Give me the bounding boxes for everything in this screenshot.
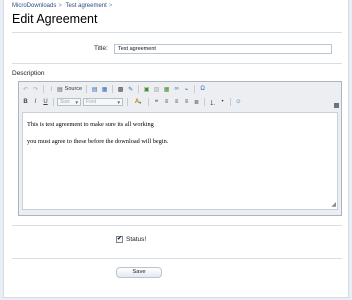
toolbar-separator [230,98,231,106]
resize-grip-icon[interactable]: ◢ [331,201,336,208]
paste-icon[interactable]: ▤ [90,85,99,94]
font-select-placeholder: Font [86,99,97,105]
toolbar-separator [194,85,196,93]
breadcrumb: MicroDownloads > Test agreement > [12,3,114,9]
undo-icon[interactable]: ↶ [21,85,30,94]
spellcheck-icon[interactable]: ✎ [126,85,135,94]
editor-toolbar-row-1: ↶ ↷ Ⅰ ▤ Source ▤ ▦ ▩ ✎ ▣ ▧ ▦ ∞ ⌁ Ω [21,84,208,94]
title-input[interactable]: Test agreement [114,44,332,54]
size-select-placeholder: Size [60,99,70,105]
divider [12,258,342,259]
status-label: Status! [126,236,147,243]
breadcrumb-separator: > [58,3,62,9]
bold-button[interactable]: B [21,98,30,107]
page-title: Edit Agreement [12,12,98,26]
select-all-icon[interactable]: ▩ [116,85,125,94]
link-icon[interactable]: ∞ [172,85,181,94]
underline-button[interactable]: U [41,98,50,107]
remove-format-icon[interactable]: Ⅰ [47,85,56,94]
divider [12,32,342,33]
toolbar-separator [43,85,44,93]
unlink-icon[interactable]: ⌁ [182,85,191,94]
align-center-icon[interactable]: ≡ [172,98,181,107]
bullet-list-icon[interactable]: • [218,98,227,107]
breadcrumb-item-current[interactable]: Test agreement [65,3,106,9]
text-color-button[interactable]: A ▾ [131,98,145,107]
save-button[interactable]: Save [116,267,162,278]
toolbar-separator [138,85,140,93]
numbered-list-icon[interactable]: ⒈ [208,98,217,107]
smiley-icon[interactable]: ☺ [234,98,243,107]
breadcrumb-item-microdownloads[interactable]: MicroDownloads [12,3,56,9]
toolbar-separator [148,98,149,106]
editor-toolbar-row-2: B I U Size ▼ Font ▼ A ▾ ❝ ≡ ≡ ≡ ≣ ⒈ • ☺ [21,97,244,107]
breadcrumb-separator: > [108,3,113,9]
align-left-icon[interactable]: ≡ [162,98,171,107]
image-icon[interactable]: ▣ [142,85,151,94]
editor-content-area[interactable]: This is test agreement to make sure its … [22,112,338,210]
title-label: Title: [94,45,108,52]
toolbar-separator [112,85,114,93]
media-icon[interactable]: ▧ [152,85,161,94]
source-button-label: Source [64,86,83,92]
chevron-down-icon: ▼ [74,100,79,105]
source-icon: ▤ [57,86,63,93]
italic-button[interactable]: I [31,98,40,107]
special-char-icon[interactable]: Ω [198,85,207,94]
toolbar-separator [86,85,88,93]
toolbar-collapse-button[interactable] [334,103,339,108]
toolbar-separator [127,98,128,106]
source-button[interactable]: ▤ Source [57,86,82,93]
chevron-down-icon: ▼ [116,100,121,105]
description-label: Description [12,70,45,77]
align-justify-icon[interactable]: ≣ [192,98,201,107]
blockquote-icon[interactable]: ❝ [152,98,161,107]
divider [12,225,342,226]
align-right-icon[interactable]: ≡ [182,98,191,107]
divider [12,63,342,64]
rich-text-editor: ↶ ↷ Ⅰ ▤ Source ▤ ▦ ▩ ✎ ▣ ▧ ▦ ∞ ⌁ Ω B I U… [18,81,342,216]
status-checkbox-row: ✔ Status! [116,236,146,243]
editor-paragraph: you must agree to these before the downl… [27,138,169,145]
page-container: MicroDownloads > Test agreement > Edit Agr… [3,0,349,298]
paste-text-icon[interactable]: ▦ [100,85,109,94]
size-select[interactable]: Size ▼ [57,98,81,106]
table-icon[interactable]: ▦ [162,85,171,94]
status-checkbox[interactable]: ✔ [116,236,123,243]
toolbar-separator [204,98,205,106]
redo-icon[interactable]: ↷ [31,85,40,94]
toolbar-separator [53,98,54,106]
editor-paragraph: This is test agreement to make sure its … [27,121,154,128]
font-select[interactable]: Font ▼ [83,98,123,106]
